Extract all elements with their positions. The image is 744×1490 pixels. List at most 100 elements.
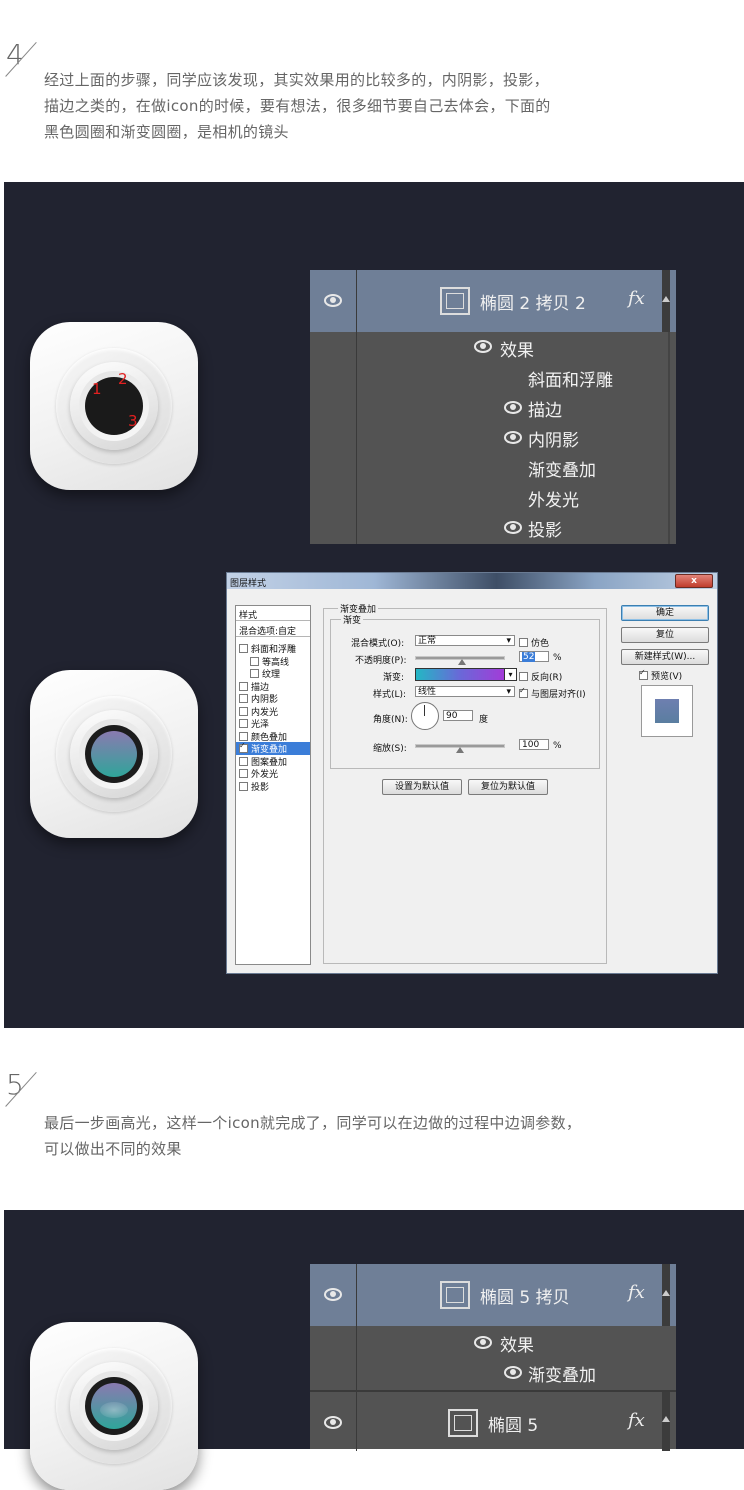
scale-label: 缩放(S): <box>373 744 407 754</box>
new-style-button[interactable]: 新建样式(W)... <box>621 649 709 665</box>
gradient-overlay-eye-icon[interactable] <box>504 1366 522 1379</box>
layers-panel-step5: 椭圆 5 拷贝 fx 效果 渐变叠加 椭圆 5 fx <box>310 1264 676 1451</box>
checkbox-icon[interactable] <box>639 668 648 680</box>
style-item-label: 光泽 <box>251 720 270 730</box>
style-item[interactable]: 外发光 <box>239 767 278 780</box>
fx-icon[interactable]: fx <box>628 288 645 309</box>
style-item[interactable]: 内发光 <box>239 705 278 718</box>
layer-row-ellipse-5-copy[interactable]: 椭圆 5 拷贝 fx <box>310 1264 676 1326</box>
style-item[interactable]: 描边 <box>239 680 269 693</box>
preview-label: 预览(V) <box>651 672 683 682</box>
subgroup-title: 渐变 <box>341 613 364 626</box>
drop-shadow-eye-icon[interactable] <box>504 521 522 534</box>
scale-value: 100 <box>522 740 540 750</box>
degree-label: 度 <box>479 715 489 725</box>
reset-default-button[interactable]: 复位为默认值 <box>468 779 548 795</box>
marker-3: 3 <box>128 412 138 430</box>
layer-row-ellipse-5[interactable]: 椭圆 5 fx <box>310 1390 676 1451</box>
checkbox-icon[interactable] <box>239 719 248 728</box>
opacity-slider[interactable] <box>415 656 505 665</box>
style-item[interactable]: 光泽 <box>239 717 269 730</box>
style-item[interactable]: 内阴影 <box>239 692 278 705</box>
checkbox-icon[interactable] <box>519 672 528 681</box>
gradient-dropdown-button[interactable]: ▾ <box>504 668 517 681</box>
checkbox-icon[interactable] <box>250 669 259 678</box>
set-default-button[interactable]: 设置为默认值 <box>382 779 462 795</box>
stroke-eye-icon[interactable] <box>504 401 522 414</box>
angle-dial[interactable] <box>411 702 439 730</box>
eye-icon[interactable] <box>324 1288 342 1301</box>
fx-icon[interactable]: fx <box>628 1410 645 1431</box>
effect-inner-shadow[interactable]: 内阴影 <box>528 426 579 451</box>
effects-eye-icon[interactable] <box>474 1336 492 1349</box>
effects-label: 效果 <box>500 1336 534 1356</box>
dropdown-arrow-icon: ▾ <box>506 636 511 646</box>
eye-icon[interactable] <box>324 294 342 307</box>
effect-stroke[interactable]: 描边 <box>528 396 562 421</box>
opacity-input[interactable]: 52 <box>519 651 549 662</box>
scroll-up-icon[interactable] <box>662 296 670 302</box>
checkbox-icon[interactable] <box>250 656 259 666</box>
fx-icon[interactable]: fx <box>628 1282 645 1303</box>
gradient-picker[interactable] <box>415 668 505 681</box>
opacity-slider-thumb[interactable] <box>457 659 466 665</box>
checkbox-icon[interactable] <box>239 706 248 716</box>
checkbox-icon[interactable] <box>519 686 528 698</box>
opacity-value: 52 <box>522 652 536 662</box>
scale-input[interactable]: 100 <box>519 739 549 750</box>
scale-slider[interactable] <box>415 744 505 753</box>
dither-checkbox[interactable]: 仿色 <box>519 636 549 649</box>
checkbox-icon[interactable] <box>239 756 248 766</box>
gradient-subgroup: 渐变 混合模式(O): 正常 ▾ 仿色 不透明度(P): 52 % 渐变: ▾ <box>330 613 600 769</box>
style-item[interactable]: 斜面和浮雕 <box>239 642 296 655</box>
preview-checkbox[interactable]: 预览(V) <box>639 668 683 682</box>
style-select[interactable]: 线性 ▾ <box>415 686 515 697</box>
blend-mode-label: 混合模式(O): <box>351 639 405 649</box>
style-item[interactable]: 纹理 <box>250 667 280 680</box>
checkbox-icon[interactable] <box>239 781 248 791</box>
style-item[interactable]: 图案叠加 <box>239 755 287 768</box>
angle-label: 角度(N): <box>373 715 408 725</box>
opacity-percent: % <box>553 653 562 663</box>
style-item[interactable]: 渐变叠加 <box>236 741 310 755</box>
scroll-up-icon[interactable] <box>662 1290 670 1296</box>
checkbox-icon[interactable] <box>239 694 248 703</box>
close-button[interactable]: x <box>675 574 713 588</box>
style-item[interactable]: 等高线 <box>250 655 289 668</box>
step-4-text: 经过上面的步骤，同学应该发现，其实效果用的比较多的，内阴影，投影， 描边之类的，… <box>44 67 734 145</box>
marker-1: 1 <box>92 380 102 398</box>
step-4-line-1: 经过上面的步骤，同学应该发现，其实效果用的比较多的，内阴影，投影， <box>44 71 549 89</box>
checkbox-icon[interactable] <box>239 741 248 753</box>
checkbox-icon[interactable] <box>239 769 248 778</box>
scrollbar[interactable] <box>662 1264 670 1326</box>
reverse-checkbox[interactable]: 反向(R) <box>519 670 562 683</box>
scrollbar[interactable] <box>662 1392 670 1451</box>
style-item[interactable]: 颜色叠加 <box>239 730 287 743</box>
checkbox-icon[interactable] <box>519 638 528 647</box>
blend-mode-select[interactable]: 正常 ▾ <box>415 635 515 646</box>
checkbox-icon[interactable] <box>239 731 248 741</box>
style-value: 线性 <box>418 687 437 697</box>
reset-button[interactable]: 复位 <box>621 627 709 643</box>
effect-bevel-emboss[interactable]: 斜面和浮雕 <box>528 366 613 391</box>
eye-icon[interactable] <box>324 1416 342 1429</box>
style-label: 样式(L): <box>373 690 407 700</box>
checkbox-icon[interactable] <box>239 681 248 691</box>
ok-button[interactable]: 确定 <box>621 605 709 621</box>
effect-drop-shadow[interactable]: 投影 <box>528 516 562 541</box>
inner-shadow-eye-icon[interactable] <box>504 431 522 444</box>
scrollbar-lower[interactable] <box>668 332 670 544</box>
scroll-up-icon[interactable] <box>662 1416 670 1422</box>
layer-row-ellipse-2-copy-2[interactable]: 椭圆 2 拷贝 2 fx <box>310 270 676 332</box>
align-checkbox[interactable]: 与图层对齐(I) <box>519 686 586 700</box>
effect-gradient-overlay[interactable]: 渐变叠加 <box>528 1361 596 1386</box>
effects-eye-icon[interactable] <box>474 340 492 353</box>
checkbox-icon[interactable] <box>239 644 248 653</box>
style-item[interactable]: 投影 <box>239 780 269 793</box>
scrollbar[interactable] <box>662 270 670 332</box>
scale-slider-thumb[interactable] <box>456 747 464 753</box>
align-label: 与图层对齐(I) <box>531 690 586 700</box>
effect-outer-glow[interactable]: 外发光 <box>528 486 579 511</box>
effect-gradient-overlay[interactable]: 渐变叠加 <box>528 456 596 481</box>
angle-input[interactable]: 90 <box>443 710 473 721</box>
